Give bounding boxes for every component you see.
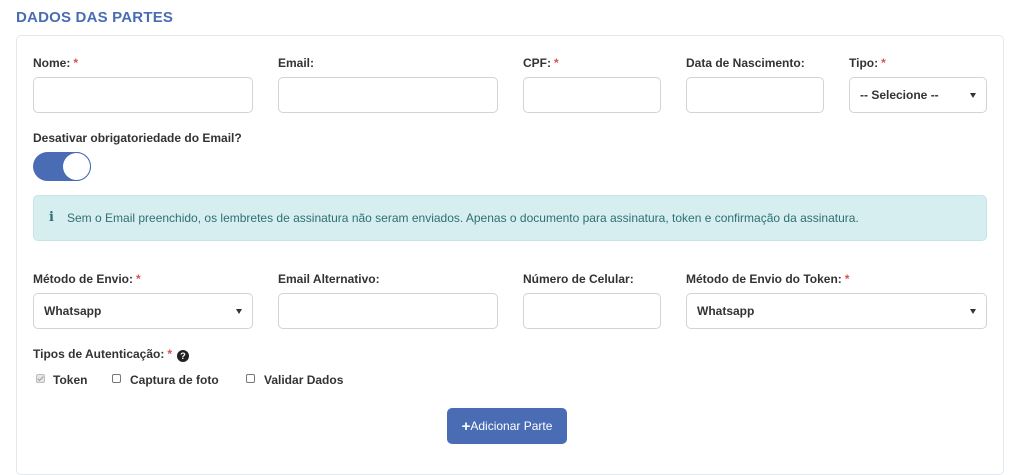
add-parte-label: Adicionar Parte — [470, 419, 553, 433]
caret-down-icon — [236, 309, 242, 314]
metodo-envio-token-label: Método de Envio do Token: * — [686, 272, 849, 286]
required-marker: * — [881, 56, 886, 70]
tipo-label-text: Tipo: — [849, 56, 879, 70]
email-alternativo-label: Email Alternativo: — [278, 272, 380, 286]
nome-label-text: Nome: — [33, 56, 71, 70]
email-label: Email: — [278, 56, 314, 70]
metodo-envio-selected-value: Whatsapp — [44, 304, 102, 318]
tipos-autenticacao-label: Tipos de Autenticação: *? — [33, 347, 190, 362]
metodo-envio-token-selected-value: Whatsapp — [697, 304, 755, 318]
alert-message: Sem o Email preenchido, os lembretes de … — [67, 211, 859, 225]
token-checkbox-label: Token — [53, 373, 88, 387]
nome-input[interactable] — [33, 77, 253, 113]
numero-celular-label-text: Número de Celular: — [523, 272, 634, 286]
caret-down-icon — [970, 93, 976, 98]
toggle-knob — [63, 153, 90, 180]
required-marker: * — [136, 272, 141, 286]
metodo-envio-select[interactable]: Whatsapp — [33, 293, 253, 329]
email-input[interactable] — [278, 77, 498, 113]
info-alert: i Sem o Email preenchido, os lembretes d… — [33, 195, 987, 241]
add-parte-button[interactable]: +Adicionar Parte — [447, 408, 567, 444]
metodo-envio-token-label-text: Método de Envio do Token: — [686, 272, 842, 286]
tipos-autenticacao-label-text: Tipos de Autenticação: — [33, 347, 165, 361]
desativar-email-toggle[interactable] — [33, 152, 91, 181]
info-icon: i — [49, 210, 54, 225]
metodo-envio-label-text: Método de Envio: — [33, 272, 133, 286]
metodo-envio-label: Método de Envio: * — [33, 272, 141, 286]
token-checkbox[interactable] — [36, 374, 45, 383]
cpf-label-text: CPF: — [523, 56, 551, 70]
captura-foto-checkbox[interactable] — [112, 374, 121, 383]
tipo-select[interactable]: -- Selecione -- — [849, 77, 987, 113]
question-circle-icon[interactable]: ? — [177, 350, 190, 362]
tipo-selected-value: -- Selecione -- — [860, 88, 939, 102]
required-marker: * — [73, 56, 79, 70]
email-alternativo-label-text: Email Alternativo: — [278, 272, 380, 286]
numero-celular-input[interactable] — [523, 293, 661, 329]
captura-foto-checkbox-label: Captura de foto — [130, 373, 219, 387]
nome-label: Nome: * — [33, 56, 78, 70]
metodo-envio-token-select[interactable]: Whatsapp — [686, 293, 987, 329]
cpf-input[interactable] — [523, 77, 661, 113]
validar-dados-checkbox[interactable] — [246, 374, 255, 383]
required-marker: * — [167, 347, 173, 361]
caret-down-icon — [970, 309, 976, 314]
desativar-email-label: Desativar obrigatoriedade do Email? — [33, 131, 242, 145]
data-nascimento-label: Data de Nascimento: — [686, 56, 805, 70]
email-label-text: Email: — [278, 56, 315, 70]
section-title: DADOS DAS PARTES — [16, 9, 174, 26]
email-alternativo-input[interactable] — [278, 293, 498, 329]
cpf-label: CPF: * — [523, 56, 559, 70]
data-nascimento-input[interactable] — [686, 77, 824, 113]
required-marker: * — [844, 272, 850, 286]
numero-celular-label: Número de Celular: — [523, 272, 634, 286]
data-nascimento-label-text: Data de Nascimento: — [686, 56, 805, 70]
tipo-label: Tipo: * — [849, 56, 886, 70]
required-marker: * — [554, 56, 559, 70]
validar-dados-checkbox-label: Validar Dados — [264, 373, 344, 387]
